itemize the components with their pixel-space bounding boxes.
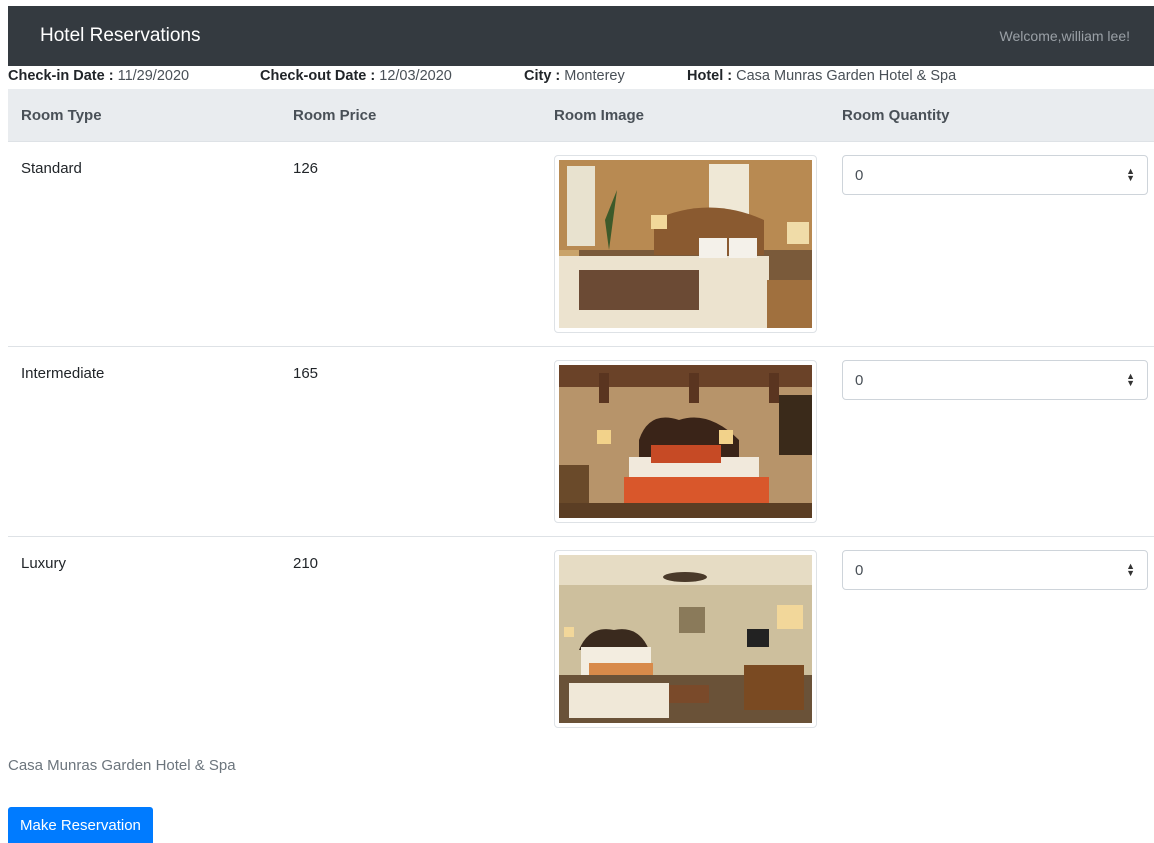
checkin-value: 11/29/2020 (117, 68, 190, 84)
table-row: Standard 126 0 ▲ ▼ (8, 142, 1154, 347)
hotel-value: Casa Munras Garden Hotel & Spa (736, 68, 957, 84)
city-info: City : Monterey (524, 68, 625, 84)
quantity-value: 0 (855, 561, 864, 579)
table-row: Luxury 210 0 ▲ ▼ (8, 537, 1154, 737)
intermediate-room-photo (559, 365, 812, 518)
table-row: Intermediate 165 0 ▲ ▼ (8, 347, 1154, 537)
checkin-info: Check-in Date : 11/29/2020 (8, 68, 189, 84)
city-label: City : (524, 68, 561, 84)
room-image-standard (554, 155, 817, 333)
room-quantity-select[interactable]: 0 ▲ ▼ (842, 155, 1148, 195)
booking-info: Check-in Date : 11/29/2020 Check-out Dat… (8, 67, 1154, 87)
navbar: Hotel Reservations Welcome,william lee! (8, 6, 1154, 66)
header-room-type: Room Type (21, 107, 102, 124)
quantity-value: 0 (855, 371, 864, 389)
room-price: 165 (293, 365, 319, 382)
room-price: 210 (293, 555, 319, 572)
checkout-info: Check-out Date : 12/03/2020 (260, 68, 452, 84)
luxury-room-photo (559, 555, 812, 723)
room-quantity-select[interactable]: 0 ▲ ▼ (842, 550, 1148, 590)
hotel-label: Hotel : (687, 68, 733, 84)
sort-arrows-icon: ▲ ▼ (1126, 371, 1135, 388)
welcome-text: Welcome,william lee! (999, 28, 1130, 44)
room-type: Luxury (21, 555, 67, 572)
checkout-value: 12/03/2020 (379, 68, 452, 84)
room-price: 126 (293, 160, 319, 177)
room-quantity-select[interactable]: 0 ▲ ▼ (842, 360, 1148, 400)
header-room-quantity: Room Quantity (842, 107, 950, 124)
hotel-name-footer: Casa Munras Garden Hotel & Spa (8, 757, 236, 774)
standard-room-photo (559, 160, 812, 328)
room-type: Standard (21, 160, 82, 177)
header-room-price: Room Price (293, 107, 377, 124)
checkin-label: Check-in Date : (8, 68, 114, 84)
table-header: Room Type Room Price Room Image Room Qua… (8, 89, 1154, 142)
room-image-intermediate (554, 360, 817, 523)
navbar-brand[interactable]: Hotel Reservations (40, 25, 201, 47)
quantity-value: 0 (855, 166, 864, 184)
make-reservation-button[interactable]: Make Reservation (8, 807, 153, 843)
room-image-luxury (554, 550, 817, 728)
city-value: Monterey (564, 68, 625, 84)
checkout-label: Check-out Date : (260, 68, 376, 84)
sort-arrows-icon: ▲ ▼ (1126, 561, 1135, 578)
header-room-image: Room Image (554, 107, 645, 124)
sort-arrows-icon: ▲ ▼ (1126, 166, 1135, 183)
hotel-info: Hotel : Casa Munras Garden Hotel & Spa (687, 68, 956, 84)
room-type: Intermediate (21, 365, 105, 382)
